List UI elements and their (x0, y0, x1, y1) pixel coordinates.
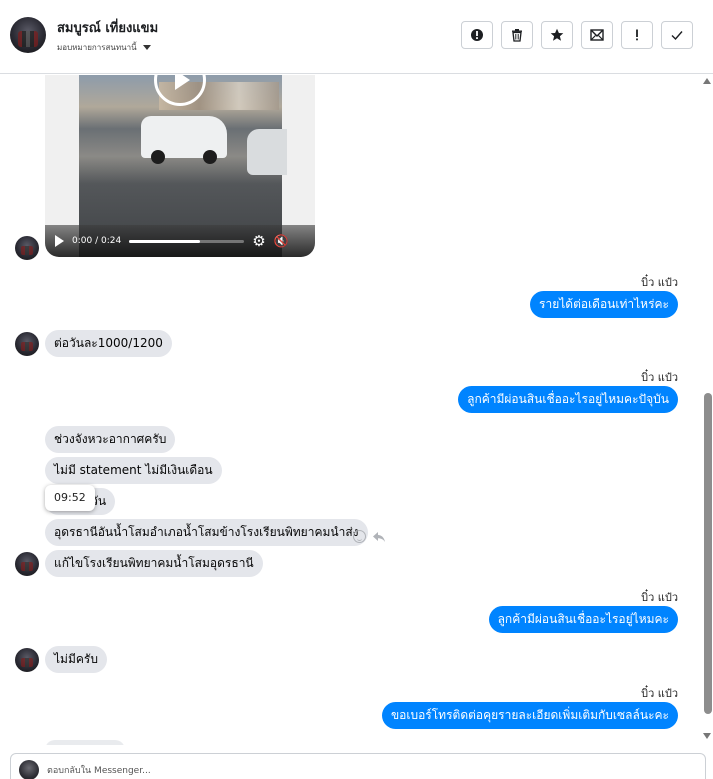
follow-up-button[interactable] (621, 21, 653, 49)
message-sender: บิ๋ว แป๋ว (641, 276, 678, 289)
message-bubble-outgoing[interactable]: ลูกค้ามีผ่อนสินเชื่ออะไรอยู่ไหมคะ (488, 606, 678, 633)
volume-mute-icon[interactable]: 🔇 (274, 235, 289, 247)
trash-icon (512, 29, 522, 42)
sender-avatar[interactable] (15, 552, 39, 576)
assign-label: มอบหมายการสนทนานี้ (57, 43, 137, 52)
mark-unread-button[interactable] (581, 21, 613, 49)
message-bubble-incoming[interactable]: แก้ไขโรงเรียนพิทยาคมน้ำโสมอุดรธานี (45, 550, 263, 577)
scrollbar-thumb[interactable] (704, 393, 712, 714)
mark-done-button[interactable] (661, 21, 693, 49)
message-sender: บิ๋ว แป๋ว (641, 687, 678, 700)
caret-down-icon (142, 45, 151, 50)
assign-conversation-dropdown[interactable]: มอบหมายการสนทนานี้ (57, 41, 151, 54)
message-actions (353, 530, 386, 543)
message-sender: บิ๋ว แป๋ว (641, 591, 678, 604)
reply-composer (10, 753, 706, 779)
page-avatar (19, 760, 39, 779)
video-progress-bar[interactable] (129, 239, 245, 243)
scroll-up-arrow-icon[interactable] (703, 78, 711, 84)
message-bubble-outgoing[interactable]: ขอเบอร์โทรติดต่อคุยรายละเอียดเพิ่มเติมกั… (381, 702, 678, 729)
envelope-icon (590, 29, 604, 41)
sender-avatar[interactable] (15, 648, 39, 672)
contact-name[interactable]: สมบูรณ์ เที่ยงแขม (57, 17, 158, 38)
video-progress-fill (129, 239, 201, 243)
scroll-down-arrow-icon[interactable] (703, 733, 711, 739)
message-bubble-incoming[interactable]: ไม่มีครับ (45, 646, 107, 673)
message-bubble-incoming-partial (45, 740, 125, 745)
header-actions (461, 21, 693, 49)
video-controls: 0:00 / 0:24 ⚙ 🔇 (45, 225, 315, 257)
settings-gear-icon[interactable]: ⚙ (252, 233, 265, 249)
contact-avatar[interactable] (10, 17, 46, 53)
message-bubble-incoming[interactable]: ต่อวันละ1000/1200 (45, 330, 172, 357)
message-bubble-incoming[interactable]: อุดรธานีอันน้ำโสมอำเภอน้ำโสมข้างโรงเรียน… (45, 519, 368, 546)
timestamp-tooltip: 09:52 (45, 485, 95, 511)
message-sender: บิ๋ว แป๋ว (641, 371, 678, 384)
video-play-icon[interactable] (55, 235, 64, 247)
message-bubble-incoming[interactable]: ไม่มี statement ไม่มีเงินเดือน (45, 457, 222, 484)
mark-spam-button[interactable] (461, 21, 493, 49)
conversation-header: สมบูรณ์ เที่ยงแขม มอบหมายการสนทนานี้ (0, 0, 713, 74)
sender-avatar[interactable] (15, 332, 39, 356)
check-icon (671, 31, 683, 41)
exclamation-icon (636, 29, 638, 41)
message-bubble-outgoing[interactable]: ลูกค้ามีผ่อนสินเชื่ออะไรอยู่ไหมคะปัจุบัน (458, 386, 678, 413)
video-time: 0:00 / 0:24 (72, 236, 122, 246)
star-button[interactable] (541, 21, 573, 49)
alert-circle-icon (471, 29, 483, 41)
sender-avatar[interactable] (15, 236, 39, 260)
message-bubble-incoming[interactable]: ช่วงจังหวะอากาศครับ (45, 426, 176, 453)
react-smile-icon[interactable] (353, 530, 366, 543)
star-icon (550, 28, 564, 41)
reply-input[interactable] (47, 763, 687, 779)
message-bubble-outgoing[interactable]: รายได้ต่อเดือนเท่าไหร่คะ (530, 291, 678, 318)
message-thread: 0:00 / 0:24 ⚙ 🔇 บิ๋ว แป๋ว รายได้ต่อเดือน… (0, 75, 700, 745)
reply-icon[interactable] (372, 531, 386, 543)
video-attachment[interactable]: 0:00 / 0:24 ⚙ 🔇 (45, 75, 315, 257)
delete-button[interactable] (501, 21, 533, 49)
